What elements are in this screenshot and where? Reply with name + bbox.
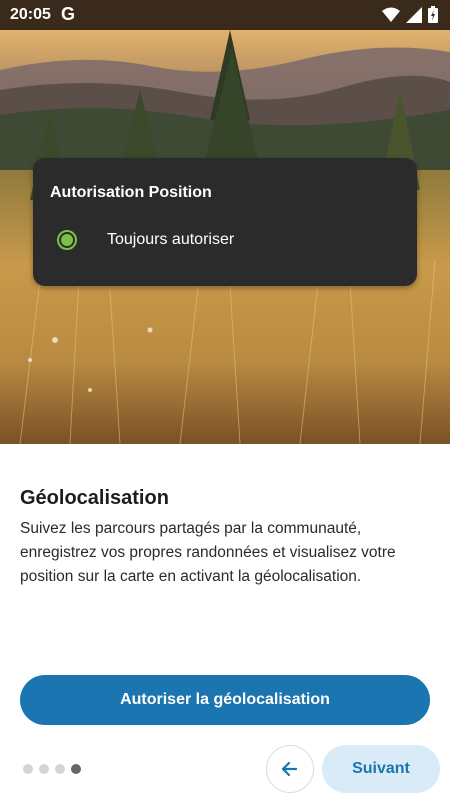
google-icon: G (61, 4, 76, 24)
signal-icon (406, 6, 422, 23)
page-title: Géolocalisation (20, 487, 169, 509)
status-icons (382, 6, 438, 23)
radio-dot-icon (61, 234, 73, 246)
pager-dot (55, 764, 65, 774)
wifi-icon (382, 7, 400, 22)
status-time: 20:05 (10, 6, 51, 23)
back-button[interactable] (266, 745, 314, 793)
arrow-left-icon (281, 761, 298, 777)
pager-dots (23, 764, 81, 774)
status-bar: 20:05 G (0, 0, 450, 30)
enable-geolocation-button[interactable]: Autoriser la géolocalisation (20, 675, 430, 725)
location-permission-card: Autorisation Position Toujours autoriser (33, 158, 417, 286)
radio-selected-icon[interactable] (57, 230, 77, 250)
battery-icon (428, 6, 438, 23)
always-allow-option[interactable]: Toujours autoriser (57, 226, 234, 254)
pager-dot (71, 764, 81, 774)
pager-dot (39, 764, 49, 774)
page-description: Suivez les parcours partagés par la comm… (20, 520, 396, 585)
permission-title: Autorisation Position (50, 184, 212, 201)
next-button[interactable]: Suivant (322, 745, 440, 793)
pager-dot (23, 764, 33, 774)
always-allow-label: Toujours autoriser (107, 231, 235, 248)
